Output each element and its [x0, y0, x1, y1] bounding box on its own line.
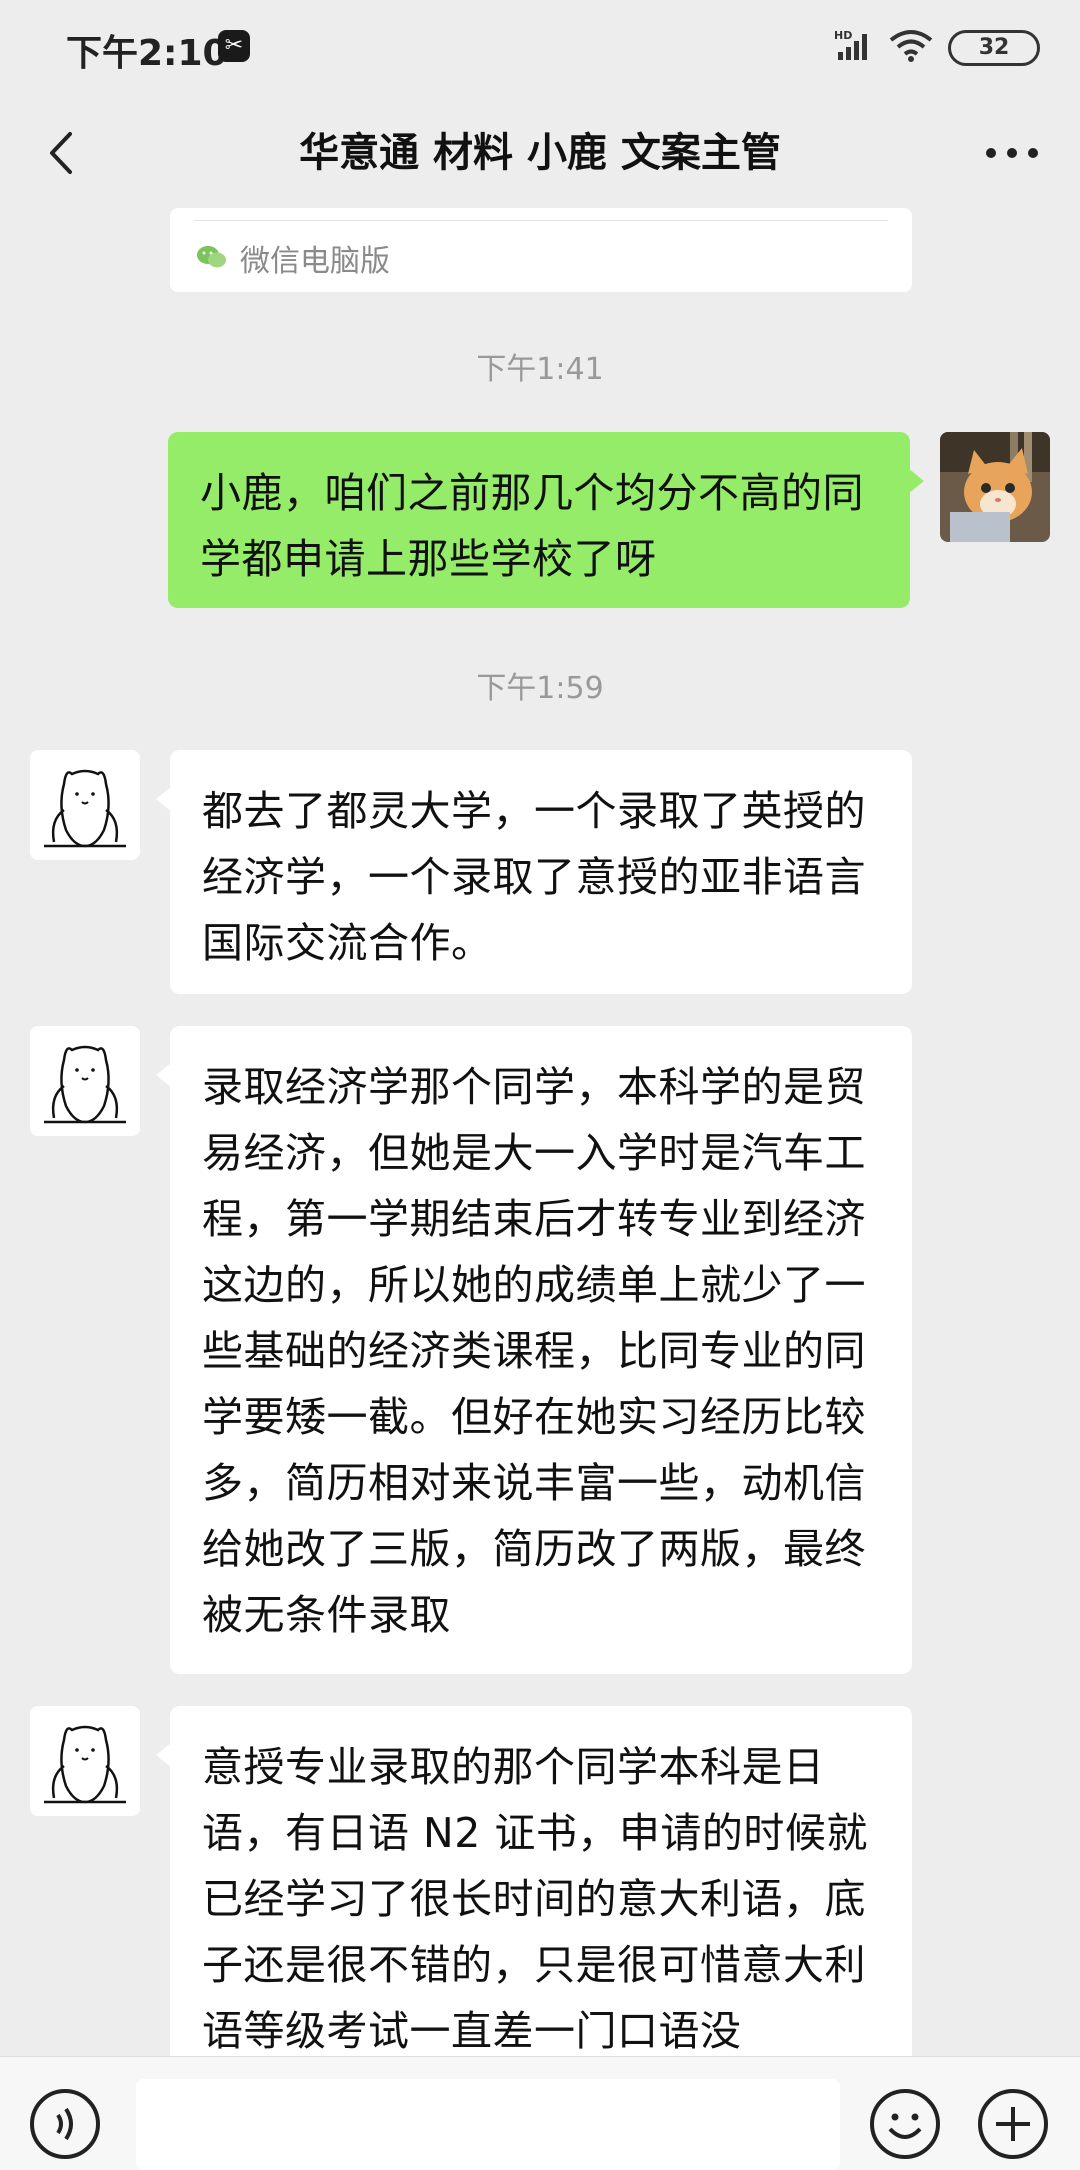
doodle-cat-icon [30, 750, 140, 860]
chevron-left-icon [50, 132, 72, 174]
contact-avatar[interactable] [30, 750, 140, 860]
wechat-icon [196, 244, 228, 274]
my-avatar[interactable] [940, 432, 1050, 542]
contact-avatar[interactable] [30, 1706, 140, 1816]
timestamp: 下午1:41 [476, 352, 604, 387]
signal-icon: HD [834, 28, 878, 68]
status-bar: 下午2:10 ✂ HD 32 [0, 0, 1080, 100]
more-dots-icon [986, 148, 1038, 158]
wifi-icon [888, 28, 934, 68]
card-source: 微信电脑版 [240, 244, 390, 279]
timestamp: 下午1:59 [476, 671, 604, 706]
received-message-bubble[interactable]: 意授专业录取的那个同学本科是日语，有日语 N2 证书，申请的时候就已经学习了很长… [156, 1706, 912, 2086]
battery-icon: 32 [948, 30, 1040, 66]
capcut-icon: ✂ [218, 30, 250, 62]
more-functions-button[interactable] [976, 2087, 1050, 2165]
chat-header: 华意通 材料 小鹿 文案主管 [0, 100, 1080, 210]
chat-title: 华意通 材料 小鹿 文案主管 [299, 130, 781, 176]
shared-card[interactable]: 微信电脑版 [170, 208, 912, 292]
emoji-icon [870, 2089, 940, 2159]
status-time: 下午2:10 [66, 33, 228, 74]
cat-photo-icon [940, 432, 1050, 542]
sent-message-bubble[interactable]: 小鹿，咱们之前那几个均分不高的同学都申请上那些学校了呀 [168, 432, 924, 608]
emoji-button[interactable] [868, 2087, 942, 2165]
voice-icon [30, 2089, 100, 2159]
input-bar [0, 2056, 1080, 2170]
card-divider [194, 220, 888, 221]
contact-avatar[interactable] [30, 1026, 140, 1136]
doodle-cat-icon [30, 1706, 140, 1816]
message-input[interactable] [136, 2079, 840, 2170]
voice-button[interactable] [28, 2087, 102, 2165]
received-message-bubble[interactable]: 录取经济学那个同学，本科学的是贸易经济，但她是大一入学时是汽车工程，第一学期结束… [156, 1026, 912, 1674]
more-button[interactable] [972, 118, 1052, 188]
back-button[interactable] [34, 118, 94, 188]
plus-icon [978, 2089, 1048, 2159]
doodle-cat-icon [30, 1026, 140, 1136]
hd-label: HD [834, 29, 852, 42]
received-message-bubble[interactable]: 都去了都灵大学，一个录取了英授的经济学，一个录取了意授的亚非语言国际交流合作。 [156, 750, 912, 994]
